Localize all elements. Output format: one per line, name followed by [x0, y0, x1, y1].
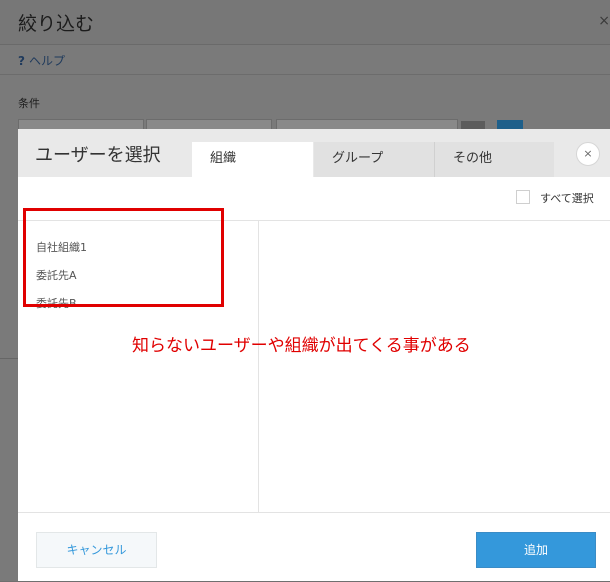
- user-select-modal: ユーザーを選択 組織 グループ その他 × すべて選択 自社組織1 委託先A 委…: [18, 129, 610, 581]
- modal-header: ユーザーを選択 組織 グループ その他 ×: [18, 129, 610, 177]
- annotation-text: 知らないユーザーや組織が出てくる事がある: [132, 336, 471, 356]
- filter-dialog-header: 絞り込む ×: [0, 0, 610, 45]
- tab-other[interactable]: その他: [435, 142, 554, 177]
- annotation-highlight-box: [23, 208, 224, 307]
- tab-organization-label: 組織: [210, 151, 237, 166]
- condition-label: 条件: [18, 97, 40, 110]
- select-all-checkbox[interactable]: [516, 190, 530, 204]
- tab-organization[interactable]: 組織: [192, 142, 313, 177]
- filter-dialog-title: 絞り込む: [18, 13, 95, 35]
- modal-footer: キャンセル 追加: [18, 512, 610, 582]
- help-link[interactable]: ? ヘルプ: [18, 52, 65, 69]
- help-icon: ?: [18, 54, 25, 68]
- close-icon: ×: [583, 147, 593, 160]
- select-all-label[interactable]: すべて選択: [540, 190, 594, 206]
- help-label: ヘルプ: [28, 54, 65, 68]
- modal-title: ユーザーを選択: [35, 145, 161, 166]
- cancel-button[interactable]: キャンセル: [36, 532, 157, 568]
- tab-group[interactable]: グループ: [314, 142, 434, 177]
- filter-dialog-divider: [0, 74, 610, 75]
- condition-search-button: [497, 120, 523, 129]
- modal-close-button[interactable]: ×: [576, 142, 600, 166]
- tab-other-label: その他: [453, 151, 493, 166]
- filter-dialog-close-icon[interactable]: ×: [598, 13, 610, 29]
- condition-user-icon-button: [461, 121, 485, 129]
- tab-group-label: グループ: [332, 151, 384, 166]
- column-divider: [258, 220, 259, 512]
- add-button[interactable]: 追加: [476, 532, 596, 568]
- filter-dialog-line: [0, 358, 18, 359]
